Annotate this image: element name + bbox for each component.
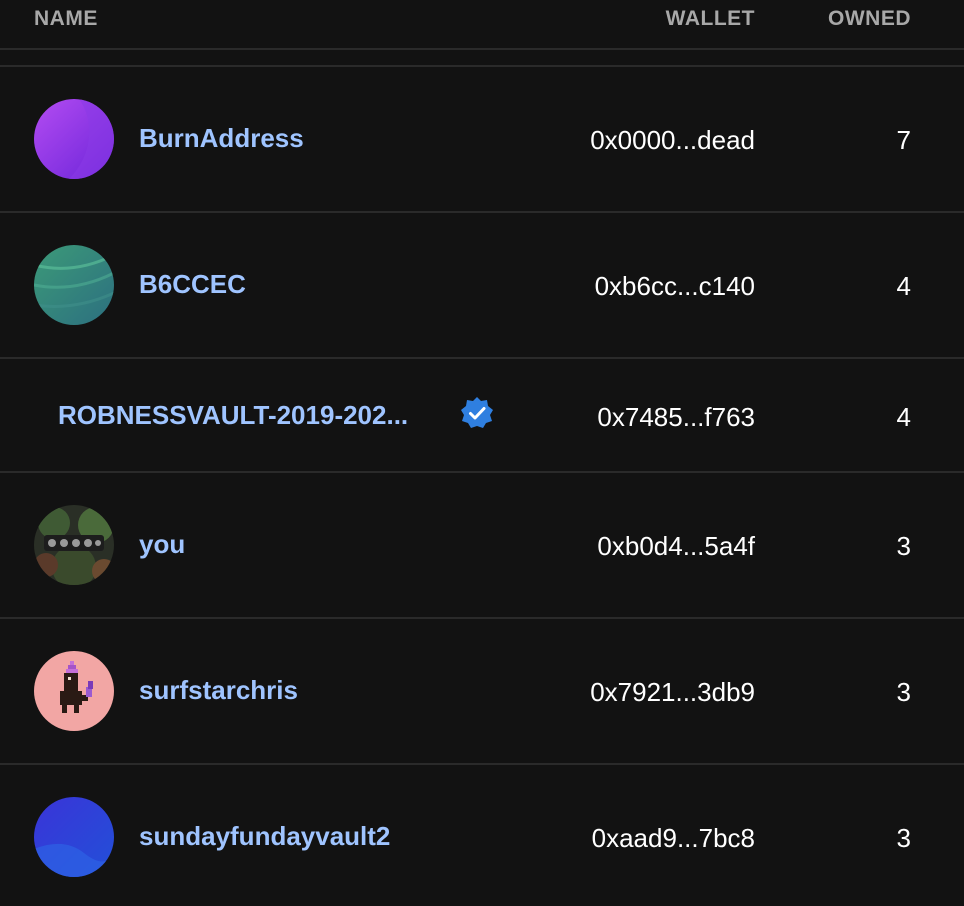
owner-name[interactable]: sundayfundayvault2 [139, 821, 390, 852]
table-row[interactable]: you 0xb0d4...5a4f 3 [0, 473, 964, 619]
table-row[interactable]: BurnAddress 0x0000...dead 7 [0, 67, 964, 213]
owner-name[interactable]: you [139, 529, 185, 560]
table-row[interactable]: ROBNESSVAULT-2019-202... 0x7485...f763 4 [0, 359, 964, 473]
owned-count: 4 [896, 271, 911, 301]
wallet-address[interactable]: 0xb6cc...c140 [595, 271, 755, 302]
owner-name[interactable]: BurnAddress [139, 123, 304, 154]
table-row[interactable]: B6CCEC 0xb6cc...c140 4 [0, 213, 964, 359]
wallet-address[interactable]: 0xb0d4...5a4f [597, 531, 755, 562]
owner-name[interactable]: ROBNESSVAULT-2019-202... [58, 400, 408, 431]
column-header-wallet[interactable]: WALLET [666, 7, 755, 31]
owned-count: 7 [896, 125, 911, 155]
verified-badge-icon [460, 396, 494, 430]
pixel-dino-avatar[interactable] [34, 651, 114, 731]
blue-gradient-avatar[interactable] [34, 797, 114, 877]
owned-count: 3 [896, 677, 911, 707]
owned-count: 3 [896, 531, 911, 561]
owner-name[interactable]: B6CCEC [139, 269, 246, 300]
table-row[interactable]: sundayfundayvault2 0xaad9...7bc8 3 [0, 765, 964, 906]
wallet-address[interactable]: 0x7921...3db9 [590, 677, 755, 708]
photo-avatar[interactable] [34, 505, 114, 585]
table-header: NAME WALLET OWNED [0, 0, 964, 50]
owners-table: NAME WALLET OWNED BurnAddress 0x0000...d… [0, 0, 964, 906]
purple-gradient-avatar[interactable] [34, 99, 114, 179]
wallet-address[interactable]: 0xaad9...7bc8 [592, 823, 755, 854]
owned-count: 3 [896, 823, 911, 853]
owned-count: 4 [896, 402, 911, 432]
wallet-address[interactable]: 0x0000...dead [590, 125, 755, 156]
column-header-name[interactable]: NAME [34, 7, 98, 31]
green-wave-avatar[interactable] [34, 245, 114, 325]
wallet-address[interactable]: 0x7485...f763 [597, 402, 755, 433]
owner-name[interactable]: surfstarchris [139, 675, 298, 706]
column-header-owned[interactable]: OWNED [828, 7, 911, 31]
table-row[interactable]: surfstarchris 0x7921...3db9 3 [0, 619, 964, 765]
